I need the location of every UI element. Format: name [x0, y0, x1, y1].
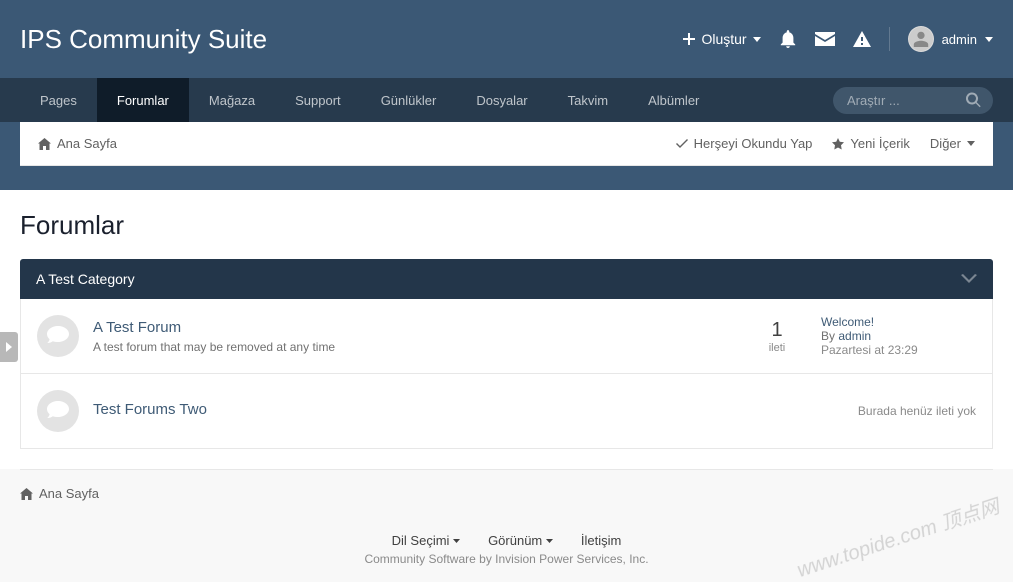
forum-stats: 1ileti: [747, 319, 807, 354]
last-post-by: By admin: [821, 329, 871, 343]
nav-item-takvim[interactable]: Takvim: [548, 78, 628, 122]
page-title: Forumlar: [20, 210, 993, 241]
footer-breadcrumb: Ana Sayfa: [20, 469, 993, 517]
last-post: Welcome!By adminPazartesi at 23:29: [821, 315, 976, 357]
more-label: Diğer: [930, 136, 961, 151]
language-button[interactable]: Dil Seçimi: [392, 533, 461, 548]
forum-main: A Test Forum A test forum that may be rem…: [93, 319, 733, 354]
search-icon[interactable]: [966, 93, 981, 108]
caret-down-icon: [546, 539, 553, 543]
mark-read-button[interactable]: Herşeyi Okundu Yap: [676, 136, 813, 151]
star-icon: [832, 138, 844, 150]
forum-list: A Test Forum A test forum that may be rem…: [20, 299, 993, 449]
forum-description: A test forum that may be removed at any …: [93, 340, 335, 354]
new-content-button[interactable]: Yeni İçerik: [832, 136, 910, 151]
content: Forumlar A Test Category A Test Forum A t…: [0, 190, 1013, 469]
no-posts: Burada henüz ileti yok: [821, 404, 976, 418]
footer-copyright: Community Software by Invision Power Ser…: [20, 552, 993, 582]
nav-item-günlükler[interactable]: Günlükler: [361, 78, 457, 122]
nav-item-forumlar[interactable]: Forumlar: [97, 78, 189, 122]
mark-read-label: Herşeyi Okundu Yap: [694, 136, 813, 151]
new-content-label: Yeni İçerik: [850, 136, 910, 151]
chevron-right-icon: [6, 342, 12, 352]
forum-row: A Test Forum A test forum that may be rem…: [20, 299, 993, 374]
post-count: 1: [747, 319, 807, 342]
category-header: A Test Category: [20, 259, 993, 299]
avatar: [908, 26, 934, 52]
caret-down-icon: [985, 37, 993, 42]
last-post-user[interactable]: admin: [838, 329, 871, 343]
forum-name[interactable]: A Test Forum: [93, 319, 733, 336]
home-icon: [20, 488, 33, 500]
create-label: Oluştur: [701, 31, 746, 47]
warning-icon[interactable]: [853, 31, 871, 47]
footer-area: Ana Sayfa Dil Seçimi Görünüm İletişim Co…: [0, 469, 1013, 582]
footer-links: Dil Seçimi Görünüm İletişim: [20, 517, 993, 552]
home-icon: [38, 138, 51, 150]
category-name[interactable]: A Test Category: [36, 271, 135, 287]
forum-row: Test Forums Two Burada henüz ileti yok: [20, 374, 993, 449]
breadcrumb-bar: Ana Sayfa Herşeyi Okundu Yap Yeni İçerik…: [20, 122, 993, 166]
header-right: Oluştur admin: [683, 26, 993, 52]
last-post-time: Pazartesi at 23:29: [821, 343, 918, 357]
user-icon: [913, 31, 929, 47]
envelope-icon[interactable]: [815, 32, 835, 46]
speech-bubble-icon: [37, 390, 79, 432]
forum-main: Test Forums Two: [93, 401, 807, 421]
breadcrumb-home-label: Ana Sayfa: [57, 136, 117, 151]
nav-item-support[interactable]: Support: [275, 78, 361, 122]
search-box: [833, 87, 993, 114]
view-button[interactable]: Görünüm: [488, 533, 553, 548]
plus-icon: [683, 33, 695, 45]
nav-item-pages[interactable]: Pages: [20, 78, 97, 122]
subheader-wrap: Ana Sayfa Herşeyi Okundu Yap Yeni İçerik…: [0, 122, 1013, 190]
bell-icon[interactable]: [779, 30, 797, 48]
site-logo[interactable]: IPS Community Suite: [20, 24, 267, 55]
forum-name[interactable]: Test Forums Two: [93, 401, 807, 418]
breadcrumb-home[interactable]: Ana Sayfa: [38, 136, 117, 151]
more-button[interactable]: Diğer: [930, 136, 975, 151]
caret-down-icon: [453, 539, 460, 543]
side-tab[interactable]: [0, 332, 18, 362]
caret-down-icon: [967, 141, 975, 146]
check-icon: [676, 139, 688, 149]
chevron-down-icon[interactable]: [961, 274, 977, 284]
nav-item-dosyalar[interactable]: Dosyalar: [456, 78, 547, 122]
speech-bubble-icon: [37, 315, 79, 357]
footer-breadcrumb-home[interactable]: Ana Sayfa: [20, 486, 993, 501]
post-label: ileti: [747, 342, 807, 354]
last-post-title[interactable]: Welcome!: [821, 315, 976, 329]
username: admin: [942, 32, 977, 47]
nav-item-albümler[interactable]: Albümler: [628, 78, 719, 122]
nav-item-mağaza[interactable]: Mağaza: [189, 78, 275, 122]
footer-home-label: Ana Sayfa: [39, 486, 99, 501]
nav-items: PagesForumlarMağazaSupportGünlüklerDosya…: [20, 78, 719, 122]
user-menu[interactable]: admin: [908, 26, 993, 52]
breadcrumb-actions: Herşeyi Okundu Yap Yeni İçerik Diğer: [676, 136, 975, 151]
divider: [889, 27, 890, 51]
header: IPS Community Suite Oluştur admin: [0, 0, 1013, 78]
caret-down-icon: [753, 37, 761, 42]
create-button[interactable]: Oluştur: [683, 31, 760, 47]
navbar: PagesForumlarMağazaSupportGünlüklerDosya…: [0, 78, 1013, 122]
contact-link[interactable]: İletişim: [581, 533, 621, 548]
